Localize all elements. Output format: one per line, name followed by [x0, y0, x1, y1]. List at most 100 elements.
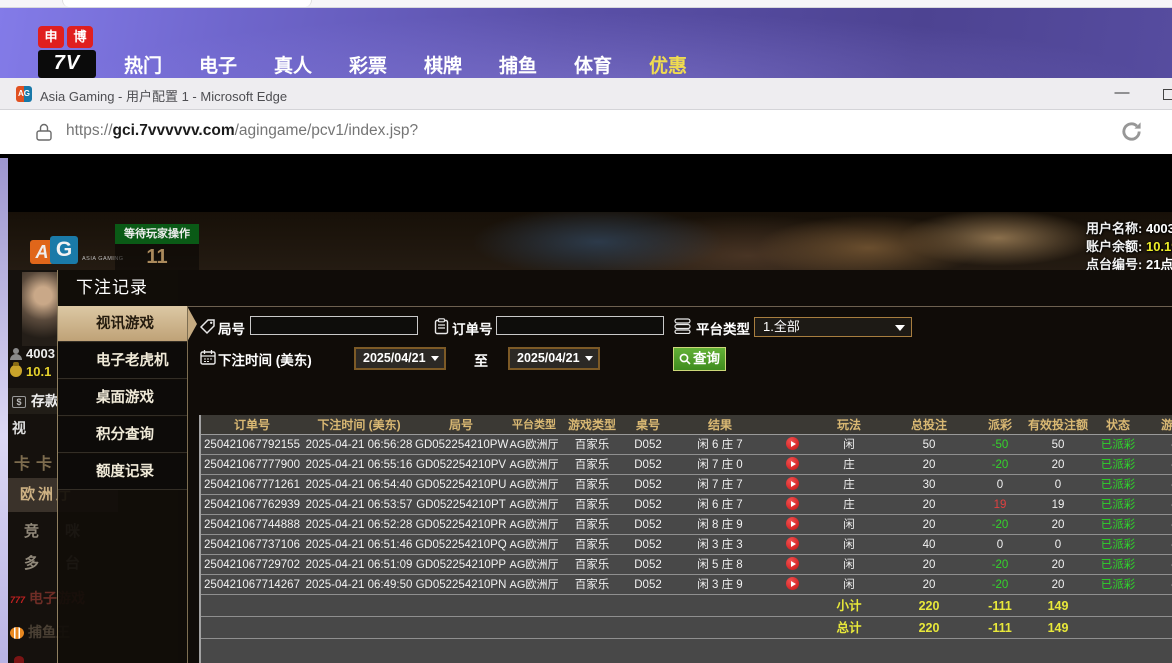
nav-item-label: 真人 [274, 56, 312, 77]
site-logo[interactable]: 申 博 7V com [38, 26, 96, 84]
cell-table: D052 [623, 455, 673, 475]
table-row: 2504210677921552025-04-21 06:56:28GD0522… [201, 435, 1172, 455]
subtotal-row: 小计220-111149 [201, 595, 1172, 617]
summary-cell: -111 [977, 595, 1023, 617]
sidebar-item-label: 桌面游戏 [96, 380, 154, 416]
cell-game: 百家乐 [561, 475, 623, 495]
search-button[interactable]: 查询 [673, 347, 726, 371]
cell-order: 250421067744888 [201, 515, 303, 535]
modal-sidebar-item[interactable]: 电子老虎机 [58, 343, 187, 379]
cell-payout: -20 [977, 555, 1023, 575]
live-game-strip: A G ASIA GAMING 等待玩家操作 11 用户名称: 4003 账户余… [8, 212, 1172, 270]
play-video-button[interactable] [786, 517, 799, 530]
empty-cell [673, 617, 767, 639]
cell-game: 百家乐 [561, 555, 623, 575]
cell-payout: -20 [977, 455, 1023, 475]
cell-time: 2025-04-21 06:55:16 [303, 455, 415, 475]
modal-sidebar-item[interactable]: 桌面游戏 [58, 380, 187, 416]
column-header [767, 415, 817, 435]
address-bar[interactable]: https://gci.7vvvvvv.com/agingame/pcv1/in… [0, 110, 1172, 154]
platform-select[interactable]: 1.全部 [754, 317, 912, 337]
summary-cell: 220 [881, 617, 977, 639]
cell-valid: 19 [1023, 495, 1093, 515]
cell-video: - [1143, 515, 1172, 535]
modal-content: 局号 订单号 平台类型 1.全部 下注时间 (美东) 2025/04/21 至 … [188, 306, 1172, 663]
cell-play: 闲 [817, 535, 881, 555]
play-video-button[interactable] [786, 437, 799, 450]
play-video-button[interactable] [786, 497, 799, 510]
nav-item-8[interactable]: 优惠 [634, 51, 702, 78]
cell-video: - [1143, 475, 1172, 495]
cell-order: 250421067762939 [201, 495, 303, 515]
cell-video-play [767, 455, 817, 475]
modal-sidebar-item[interactable]: 视讯游戏 [58, 306, 187, 342]
countdown-timer: 11 [115, 244, 199, 270]
maximize-button[interactable] [1163, 89, 1172, 100]
chevron-down-icon [585, 356, 593, 361]
cell-valid: 20 [1023, 575, 1093, 595]
date-to-select[interactable]: 2025/04/21 [508, 347, 600, 370]
total-row: 总计220-111149 [201, 617, 1172, 639]
lobby-hall-kaka[interactable]: 卡卡 [14, 450, 58, 474]
balance-label: 账户余额: [1086, 239, 1142, 254]
nav-item-label: 优惠 [649, 56, 687, 77]
cell-round: GD052254210PP [415, 555, 507, 575]
lobby-balance: 10.1 [26, 364, 51, 379]
window-title: Asia Gaming - 用户配置 1 - Microsoft Edge [40, 86, 287, 105]
cell-time: 2025-04-21 06:54:40 [303, 475, 415, 495]
empty-cell [303, 595, 415, 617]
play-video-button[interactable] [786, 577, 799, 590]
order-input[interactable] [496, 316, 664, 335]
play-video-button[interactable] [786, 477, 799, 490]
sidebar-item-label: 电子老虎机 [96, 343, 169, 379]
round-input[interactable] [250, 316, 418, 335]
table-body: 2504210677921552025-04-21 06:56:28GD0522… [201, 435, 1172, 639]
summary-cell: -111 [977, 617, 1023, 639]
cell-platform: AG欧洲厅 [507, 495, 561, 515]
empty-cell [623, 617, 673, 639]
nav-item-2[interactable]: 电子 [184, 51, 252, 78]
url-text[interactable]: https://gci.7vvvvvv.com/agingame/pcv1/in… [66, 122, 418, 140]
nav-item-4[interactable]: 彩票 [334, 51, 402, 78]
date-from-select[interactable]: 2025/04/21 [354, 347, 446, 370]
browser-title-bar: AG Asia Gaming - 用户配置 1 - Microsoft Edge… [0, 78, 1172, 110]
browser-tab-edge [62, 0, 312, 7]
empty-cell [201, 617, 303, 639]
nav-item-7[interactable]: 体育 [559, 51, 627, 78]
play-video-button[interactable] [786, 537, 799, 550]
cell-game: 百家乐 [561, 455, 623, 475]
play-video-button[interactable] [786, 457, 799, 470]
play-video-button[interactable] [786, 557, 799, 570]
refresh-icon[interactable] [1120, 120, 1143, 148]
cell-round: GD052254210PQ [415, 535, 507, 555]
nav-item-6[interactable]: 捕鱼 [484, 51, 552, 78]
modal-sidebar-item[interactable]: 积分查询 [58, 417, 187, 453]
cell-bet: 20 [881, 575, 977, 595]
cell-time: 2025-04-21 06:49:50 [303, 575, 415, 595]
cell-video: - [1143, 535, 1172, 555]
cell-order: 250421067737106 [201, 535, 303, 555]
column-header: 订单号 [201, 415, 303, 435]
cell-result: 闲 3 庄 3 [673, 535, 767, 555]
cell-play: 闲 [817, 555, 881, 575]
lobby-video-tab[interactable]: 视 [12, 418, 26, 441]
sidebar-item-label: 额度记录 [96, 454, 154, 490]
user-name-label: 用户名称: [1086, 221, 1142, 236]
cell-video-play [767, 435, 817, 455]
summary-cell: 149 [1023, 595, 1093, 617]
platform-list-icon [674, 318, 691, 339]
nav-item-5[interactable]: 棋牌 [409, 51, 477, 78]
table-header-row: 订单号下注时间 (美东)局号平台类型游戏类型桌号结果玩法总投注派彩有效投注额状态… [201, 415, 1172, 435]
empty-cell [1093, 595, 1143, 617]
cell-status: 已派彩 [1093, 515, 1143, 535]
nav-item-3[interactable]: 真人 [259, 51, 327, 78]
modal-sidebar-item[interactable]: 额度记录 [58, 454, 187, 490]
nav-item-1[interactable]: 热门 [109, 51, 177, 78]
cell-status: 已派彩 [1093, 435, 1143, 455]
minimize-button[interactable]: — [1106, 82, 1138, 106]
chevron-down-icon [431, 356, 439, 361]
lock-icon [36, 123, 52, 147]
cell-round: GD052254210PU [415, 475, 507, 495]
empty-cell [561, 595, 623, 617]
user-name-value: 4003 [1146, 221, 1172, 236]
